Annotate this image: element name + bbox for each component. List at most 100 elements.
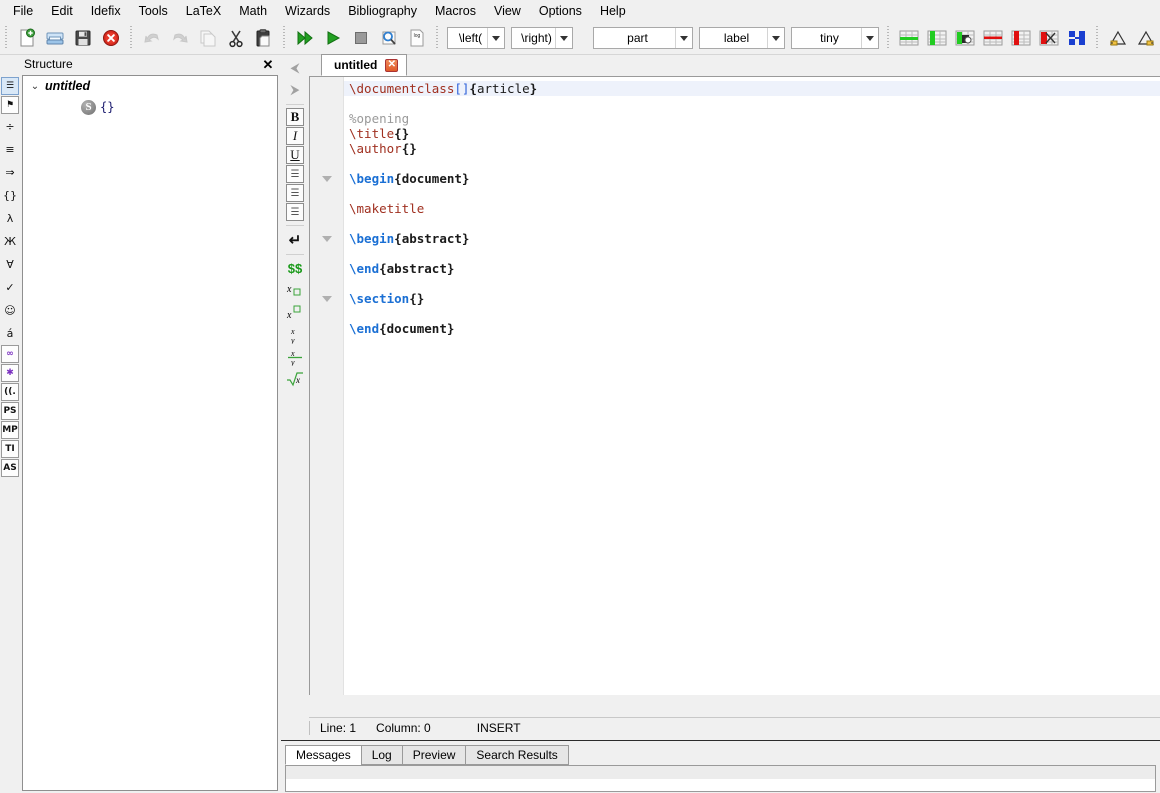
undo-icon[interactable] (138, 24, 166, 52)
metapost-panel-icon[interactable]: MP (1, 421, 19, 439)
toolbar-grip-table[interactable] (885, 26, 892, 50)
menu-item-options[interactable]: Options (530, 1, 591, 21)
infinity-symbols-icon[interactable]: ∞ (1, 345, 19, 363)
italic-button[interactable]: I (286, 127, 304, 145)
postscript-panel-icon[interactable]: PS (1, 402, 19, 420)
tab-search-results[interactable]: Search Results (465, 745, 569, 765)
underline-button[interactable]: U (286, 146, 304, 164)
code-line[interactable] (344, 246, 1160, 261)
insert-cell-icon[interactable] (951, 24, 979, 52)
left-delimiter-combo[interactable]: \left( (447, 27, 505, 49)
code-line[interactable]: \end{document} (344, 321, 1160, 336)
code-line[interactable]: \documentclass[]{article} (344, 81, 1160, 96)
cut-icon[interactable] (222, 24, 250, 52)
smiley-symbols-icon[interactable]: ☺ (1, 299, 19, 321)
bookmark-icon[interactable]: ⚑ (1, 96, 19, 114)
stop-icon[interactable] (347, 24, 375, 52)
label-combo[interactable]: label (699, 27, 785, 49)
save-file-icon[interactable] (69, 24, 97, 52)
menu-item-math[interactable]: Math (230, 1, 276, 21)
next-document-icon[interactable]: ⮞ (284, 79, 306, 100)
star-symbols-icon[interactable]: ✱ (1, 364, 19, 382)
paste-icon[interactable] (250, 24, 278, 52)
fold-marker[interactable] (310, 171, 343, 186)
code-editor[interactable]: \documentclass[]{article} %opening \title… (309, 77, 1160, 695)
chevron-down-icon[interactable] (555, 28, 572, 48)
superscript-button[interactable]: x (284, 302, 306, 323)
code-line[interactable] (344, 186, 1160, 201)
previous-error-icon[interactable] (1104, 24, 1132, 52)
run-icon[interactable] (319, 24, 347, 52)
fraction-button[interactable]: xy (284, 324, 306, 345)
tree-item-section[interactable]: S {} (23, 96, 277, 118)
arrow-symbols-icon[interactable]: ⇒ (1, 161, 19, 183)
sectioning-combo[interactable]: part (593, 27, 693, 49)
editor-fold-gutter[interactable] (310, 77, 344, 695)
code-line[interactable] (344, 276, 1160, 291)
chevron-down-icon[interactable] (487, 28, 504, 48)
menu-item-idefix[interactable]: Idefix (82, 1, 130, 21)
copy-icon[interactable] (194, 24, 222, 52)
code-line[interactable] (344, 216, 1160, 231)
asymptote-panel-icon[interactable]: AS (1, 459, 19, 477)
chevron-down-icon[interactable] (675, 28, 692, 48)
code-line[interactable]: \author{} (344, 141, 1160, 156)
toolbar-grip-edit[interactable] (128, 26, 135, 50)
tikz-panel-icon[interactable]: TI (1, 440, 19, 458)
redo-icon[interactable] (166, 24, 194, 52)
toolbar-grip-nav[interactable] (1094, 26, 1101, 50)
document-tab-untitled[interactable]: untitled ✕ (321, 54, 408, 76)
align-right-button[interactable]: ☰ (286, 203, 304, 221)
bottom-panel-body[interactable] (285, 765, 1156, 792)
delete-row-icon[interactable] (979, 24, 1007, 52)
code-line[interactable]: \begin{abstract} (344, 231, 1160, 246)
code-line[interactable] (344, 156, 1160, 171)
menu-item-edit[interactable]: Edit (42, 1, 82, 21)
code-line[interactable]: \end{abstract} (344, 261, 1160, 276)
greek-symbols-icon[interactable]: λ (1, 207, 19, 229)
open-file-icon[interactable] (41, 24, 69, 52)
chevron-down-icon[interactable] (861, 28, 878, 48)
right-delimiter-combo[interactable]: \right) (511, 27, 573, 49)
misc-math-icon[interactable]: ∀ (1, 253, 19, 275)
chevron-down-icon[interactable]: ⌄ (29, 80, 41, 92)
menu-item-view[interactable]: View (485, 1, 530, 21)
chevron-down-icon[interactable] (321, 295, 332, 302)
insert-column-icon[interactable] (923, 24, 951, 52)
delete-column-icon[interactable] (1007, 24, 1035, 52)
fold-marker[interactable] (310, 291, 343, 306)
code-line[interactable]: \begin{document} (344, 171, 1160, 186)
close-file-icon[interactable] (97, 24, 125, 52)
quick-build-icon[interactable] (291, 24, 319, 52)
fontsize-combo[interactable]: tiny (791, 27, 879, 49)
dfrac-button[interactable]: xy (284, 346, 306, 367)
chevron-down-icon[interactable] (767, 28, 784, 48)
menu-item-wizards[interactable]: Wizards (276, 1, 339, 21)
delimiters-icon[interactable]: {} (1, 184, 19, 206)
menu-item-latex[interactable]: LaTeX (177, 1, 230, 21)
code-line[interactable] (344, 96, 1160, 111)
new-file-icon[interactable] (13, 24, 41, 52)
accents-icon[interactable]: á (1, 322, 19, 344)
code-line[interactable]: %opening (344, 111, 1160, 126)
tree-item-root[interactable]: ⌄ untitled (23, 76, 277, 96)
menu-item-tools[interactable]: Tools (130, 1, 177, 21)
bold-button[interactable]: B (286, 108, 304, 126)
toolbar-grip-run[interactable] (281, 26, 288, 50)
menu-item-macros[interactable]: Macros (426, 1, 485, 21)
merge-cells-icon[interactable] (1063, 24, 1091, 52)
tab-preview[interactable]: Preview (401, 745, 467, 765)
delete-cell-icon[interactable] (1035, 24, 1063, 52)
inline-math-button[interactable]: $$ (284, 258, 306, 279)
insert-row-icon[interactable] (895, 24, 923, 52)
menu-item-bibliography[interactable]: Bibliography (339, 1, 426, 21)
align-center-button[interactable]: ☰ (286, 184, 304, 202)
arrows-list-icon[interactable]: ≡ (1, 138, 19, 160)
menu-item-help[interactable]: Help (591, 1, 635, 21)
structure-view-icon[interactable]: ☰ (1, 77, 19, 95)
toolbar-grip-delim[interactable] (434, 26, 441, 50)
view-pdf-icon[interactable] (375, 24, 403, 52)
big-delimiters-icon[interactable]: ((. (1, 383, 19, 401)
align-left-button[interactable]: ☰ (286, 165, 304, 183)
close-icon[interactable]: ✕ (261, 57, 275, 71)
